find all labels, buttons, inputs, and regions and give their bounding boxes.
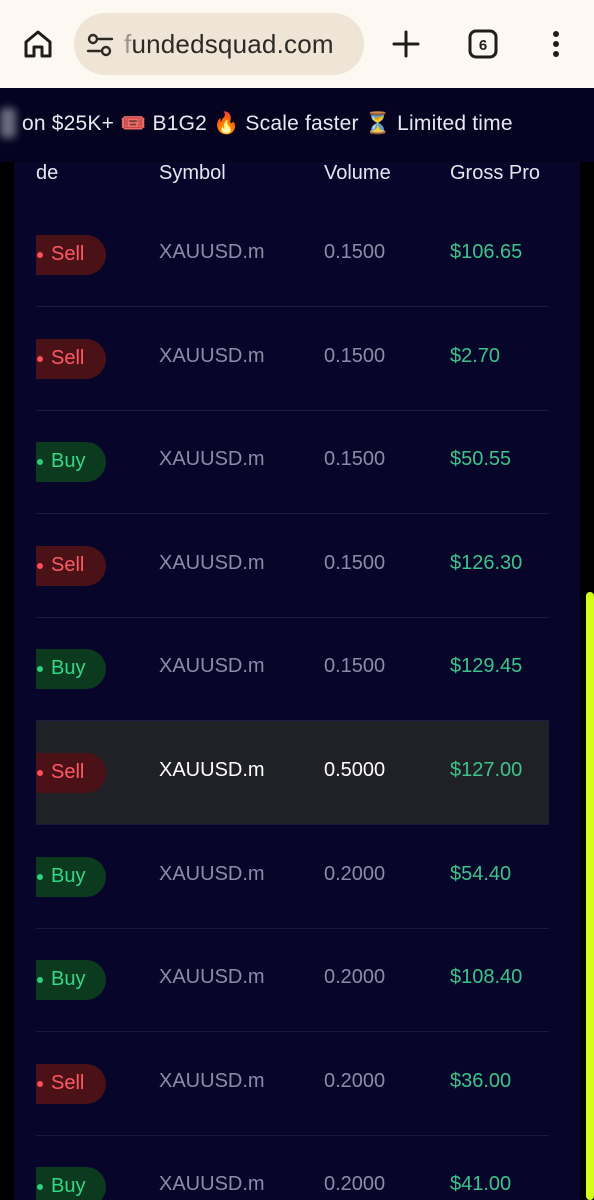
- side-label: Sell: [51, 243, 85, 265]
- sell-badge: Sell: [36, 235, 106, 275]
- status-dot-icon: [37, 770, 43, 776]
- symbol-cell: XAUUSD.m: [159, 655, 265, 678]
- side-label: Buy: [51, 450, 86, 473]
- status-dot-icon: [37, 873, 43, 880]
- ticker-text: on $25K+ 🎟️ B1G2 🔥 Scale faster ⏳ Limite…: [22, 112, 513, 135]
- volume-cell: 0.2000: [324, 966, 386, 989]
- status-dot-icon: [37, 562, 43, 569]
- gross-profit-cell: $54.40: [450, 862, 512, 885]
- symbol-cell: XAUUSD.m: [159, 551, 265, 574]
- table-row[interactable]: Buy XAUUSD.m 0.2000 $54.40: [36, 825, 549, 929]
- volume-cell: 0.1500: [324, 655, 386, 678]
- sell-badge: Sell: [36, 545, 106, 586]
- table-row[interactable]: Buy XAUUSD.m 0.1500 $50.55: [36, 410, 549, 515]
- symbol-cell: XAUUSD.m: [159, 759, 265, 781]
- home-icon: [24, 30, 52, 58]
- status-dot-icon: [37, 355, 43, 362]
- side-label: Sell: [51, 346, 85, 369]
- tab-count: 6: [479, 37, 487, 54]
- sell-badge: Sell: [36, 753, 106, 793]
- symbol-cell: XAUUSD.m: [159, 862, 265, 885]
- gross-profit-cell: $106.65: [450, 241, 523, 263]
- status-dot-icon: [37, 1080, 43, 1087]
- url-text[interactable]: fundedsquad.com: [124, 29, 334, 60]
- table-row[interactable]: Sell XAUUSD.m 0.5000 $127.00: [36, 721, 549, 825]
- plus-icon: [392, 30, 420, 58]
- scrollbar-thumb[interactable]: [586, 592, 594, 1200]
- table-row[interactable]: Sell XAUUSD.m 0.1500 $106.65: [36, 203, 549, 307]
- site-settings-icon[interactable]: [86, 31, 114, 59]
- gross-profit-cell: $129.45: [450, 655, 523, 678]
- table-row[interactable]: Sell XAUUSD.m 0.1500 $2.70: [36, 307, 549, 411]
- status-dot-icon: [37, 666, 43, 673]
- volume-cell: 0.1500: [324, 344, 386, 367]
- volume-cell: 0.2000: [324, 1069, 386, 1092]
- browser-toolbar: fundedsquad.com 6: [0, 0, 594, 88]
- sell-badge: Sell: [36, 338, 106, 379]
- gross-profit-cell: $126.30: [450, 551, 523, 574]
- gross-profit-cell: $36.00: [450, 1069, 512, 1092]
- status-dot-icon: [37, 1184, 43, 1191]
- side-label: Sell: [51, 553, 85, 576]
- header-volume: Volume: [324, 162, 391, 184]
- buy-badge: Buy: [36, 649, 106, 690]
- volume-cell: 0.1500: [324, 448, 386, 471]
- trades-table[interactable]: de Symbol Volume Gross Pro Sell XAUUSD.m 0…: [14, 162, 580, 1200]
- header-symbol: Symbol: [159, 162, 226, 184]
- side-label: Buy: [51, 864, 86, 887]
- symbol-cell: XAUUSD.m: [159, 344, 265, 367]
- gross-profit-cell: $2.70: [450, 344, 501, 367]
- symbol-cell: XAUUSD.m: [159, 448, 265, 471]
- overflow-menu-button[interactable]: [536, 24, 576, 64]
- side-label: Sell: [51, 761, 85, 783]
- gross-profit-cell: $50.55: [450, 448, 512, 471]
- ticker-fade-edge: [0, 108, 16, 138]
- buy-badge: Buy: [36, 1167, 106, 1200]
- symbol-cell: XAUUSD.m: [159, 966, 265, 989]
- volume-cell: 0.2000: [324, 862, 386, 885]
- side-label: Sell: [51, 1071, 85, 1094]
- header-gross-profit: Gross Pro: [450, 162, 541, 184]
- gross-profit-cell: $108.40: [450, 966, 523, 989]
- table-row[interactable]: Sell XAUUSD.m 0.2000 $36.00: [36, 1032, 549, 1136]
- buy-badge: Buy: [36, 960, 106, 1001]
- buy-badge: Buy: [36, 856, 106, 897]
- symbol-cell: XAUUSD.m: [159, 1173, 265, 1196]
- address-bar[interactable]: fundedsquad.com: [74, 13, 364, 75]
- more-vert-icon: [553, 31, 559, 57]
- new-tab-button[interactable]: [386, 24, 426, 64]
- symbol-cell: XAUUSD.m: [159, 241, 265, 263]
- side-label: Buy: [51, 968, 86, 991]
- status-dot-icon: [37, 252, 43, 258]
- tab-switcher-button[interactable]: 6: [463, 24, 503, 64]
- header-side: de: [36, 162, 59, 184]
- promo-ticker[interactable]: on $25K+ 🎟️ B1G2 🔥 Scale faster ⏳ Limite…: [0, 88, 594, 162]
- volume-cell: 0.1500: [324, 551, 386, 574]
- home-button[interactable]: [18, 24, 58, 64]
- table-row[interactable]: Buy XAUUSD.m 0.2000 $108.40: [36, 928, 549, 1033]
- status-dot-icon: [37, 977, 43, 984]
- side-label: Buy: [51, 657, 86, 680]
- gross-profit-cell: $41.00: [450, 1173, 512, 1196]
- status-dot-icon: [37, 459, 43, 466]
- url-domain: undedsquad.com: [131, 29, 334, 59]
- tab-count-icon: 6: [468, 29, 498, 59]
- buy-badge: Buy: [36, 442, 106, 483]
- volume-cell: 0.2000: [324, 1173, 386, 1196]
- volume-cell: 0.5000: [324, 759, 386, 781]
- gross-profit-cell: $127.00: [450, 759, 523, 781]
- side-label: Buy: [51, 1175, 86, 1198]
- table-header: de Symbol Volume Gross Pro: [14, 162, 580, 202]
- sell-badge: Sell: [36, 1063, 106, 1104]
- table-row[interactable]: Buy XAUUSD.m 0.1500 $129.45: [36, 617, 549, 722]
- table-row[interactable]: Sell XAUUSD.m 0.1500 $126.30: [36, 514, 549, 618]
- symbol-cell: XAUUSD.m: [159, 1069, 265, 1092]
- volume-cell: 0.1500: [324, 241, 386, 263]
- table-row[interactable]: Buy XAUUSD.m 0.2000 $41.00: [36, 1135, 549, 1200]
